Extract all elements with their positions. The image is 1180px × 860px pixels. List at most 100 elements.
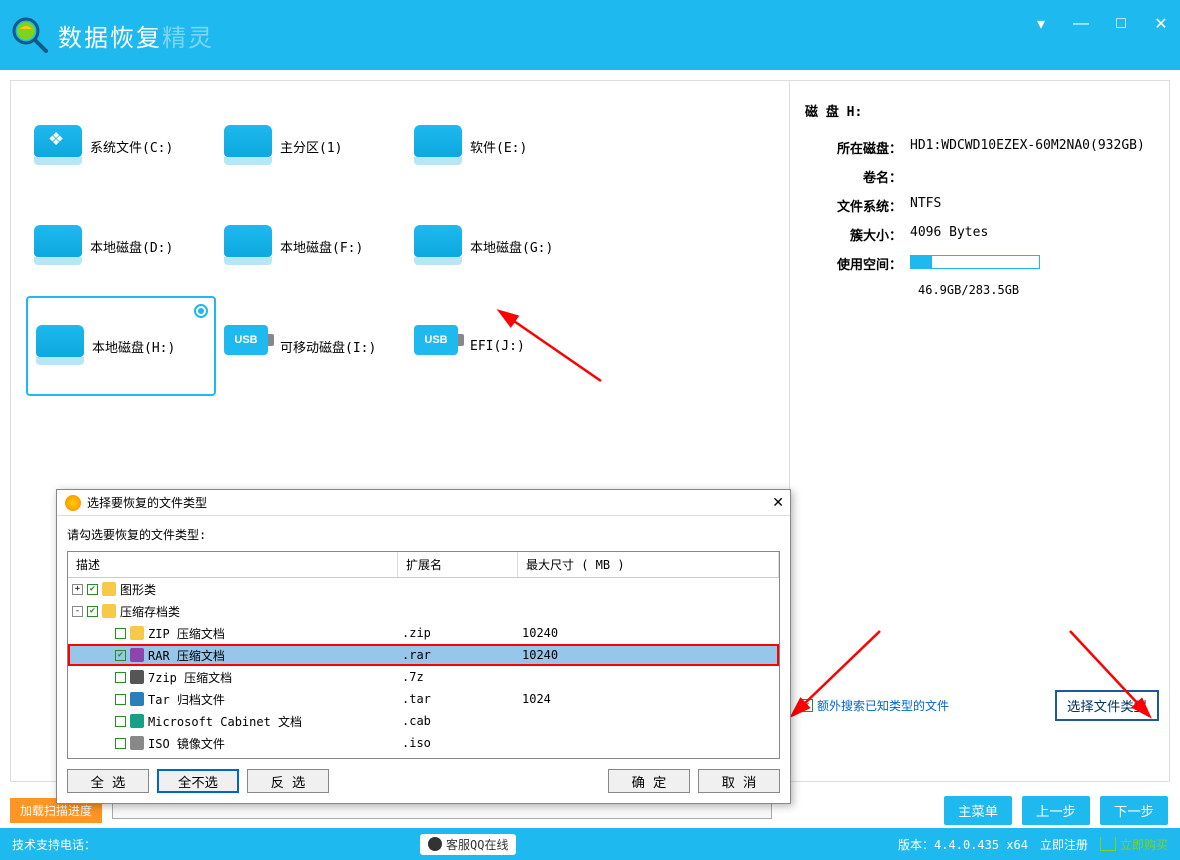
- table-row[interactable]: Tar 归档文件.tar1024: [68, 688, 779, 710]
- prev-button[interactable]: 上一步: [1022, 796, 1090, 825]
- disk-label: 本地磁盘(D:): [90, 237, 173, 256]
- file-type-desc: Microsoft Cabinet 文档: [148, 713, 302, 730]
- table-row[interactable]: ISO 镜像文件 .iso: [68, 732, 779, 754]
- cancel-button[interactable]: 取 消: [698, 769, 780, 793]
- file-max-size: 1024: [518, 692, 779, 706]
- checkbox-icon[interactable]: [115, 694, 126, 705]
- file-ext: .cab: [398, 714, 518, 728]
- footer-bar: 技术支持电话： 客服QQ在线 版本：4.4.0.435 x64 立即注册 立即购…: [0, 828, 1180, 860]
- disk-label: 系统文件(C:): [90, 137, 173, 156]
- support-phone-label: 技术支持电话：: [12, 836, 96, 853]
- usb-icon: USB: [414, 325, 458, 355]
- checkbox-icon[interactable]: ✔: [87, 606, 98, 617]
- select-all-button[interactable]: 全 选: [67, 769, 149, 793]
- table-body[interactable]: +✔图形类-✔压缩存档类ZIP 压缩文档.zip10240✔RAR 压缩文档.r…: [68, 578, 779, 758]
- file-type-dialog: 选择要恢复的文件类型 ✕ 请勾选要恢复的文件类型: 描述 扩展名 最大尺寸 ( …: [56, 489, 791, 804]
- checkbox-icon: ✔: [800, 699, 813, 712]
- file-type-table: 描述 扩展名 最大尺寸 ( MB ) +✔图形类-✔压缩存档类ZIP 压缩文档.…: [67, 551, 780, 759]
- close-icon[interactable]: ✕: [1152, 15, 1170, 33]
- dialog-hint: 请勾选要恢复的文件类型:: [67, 526, 780, 543]
- file-type-icon: [130, 670, 144, 684]
- file-type-desc: ZIP 压缩文档: [148, 625, 225, 642]
- extra-search-checkbox[interactable]: ✔ 额外搜索已知类型的文件: [800, 697, 949, 714]
- info-usage-bar: [910, 254, 1159, 273]
- main-menu-button[interactable]: 主菜单: [944, 796, 1012, 825]
- table-row[interactable]: Ghost 镜像文件.gho10240: [68, 754, 779, 758]
- next-button[interactable]: 下一步: [1100, 796, 1168, 825]
- file-type-icon: [130, 626, 144, 640]
- disk-item[interactable]: 本地磁盘(G:): [406, 196, 596, 296]
- checkbox-icon[interactable]: ✔: [115, 650, 126, 661]
- file-ext: .tar: [398, 692, 518, 706]
- info-disk-value: HD1:WDCWD10EZEX-60M2NA0(932GB): [910, 138, 1159, 157]
- maximize-icon[interactable]: □: [1112, 15, 1130, 33]
- checkbox-icon[interactable]: [115, 672, 126, 683]
- disk-item[interactable]: 主分区(1): [216, 96, 406, 196]
- col-extension[interactable]: 扩展名: [398, 552, 518, 577]
- file-ext: .iso: [398, 736, 518, 750]
- register-link[interactable]: 立即注册: [1040, 836, 1088, 853]
- app-title: 数据恢复精灵: [58, 18, 214, 53]
- disk-item[interactable]: 软件(E:): [406, 96, 596, 196]
- cart-icon: [1100, 837, 1116, 851]
- disk-item[interactable]: 本地磁盘(F:): [216, 196, 406, 296]
- disk-selection-panel: 系统文件(C:) 主分区(1)软件(E:) 本地磁盘(D:) 本地磁盘(F:) 本地磁盘…: [10, 80, 790, 782]
- file-ext: .rar: [398, 648, 518, 662]
- info-volume-label: 卷名：: [800, 167, 910, 186]
- dialog-close-icon[interactable]: ✕: [772, 494, 784, 511]
- file-type-icon: [130, 692, 144, 706]
- checkbox-icon[interactable]: [115, 716, 126, 727]
- tree-toggle-icon[interactable]: -: [72, 606, 83, 617]
- extra-search-label: 额外搜索已知类型的文件: [817, 697, 949, 714]
- disk-icon: [414, 225, 462, 257]
- tree-toggle-icon[interactable]: +: [72, 584, 83, 595]
- ok-button[interactable]: 确 定: [608, 769, 690, 793]
- table-row[interactable]: ZIP 压缩文档.zip10240: [68, 622, 779, 644]
- table-row[interactable]: -✔压缩存档类: [68, 600, 779, 622]
- file-type-icon: [102, 604, 116, 618]
- file-ext: .zip: [398, 626, 518, 640]
- table-row[interactable]: ✔ RAR 压缩文档 .rar10240: [68, 644, 779, 666]
- disk-item[interactable]: USB可移动磁盘(I:): [216, 296, 406, 396]
- col-max-size[interactable]: 最大尺寸 ( MB ): [518, 552, 779, 577]
- info-cluster-value: 4096 Bytes: [910, 225, 1159, 244]
- info-filesystem-value: NTFS: [910, 196, 1159, 215]
- info-used-label: 使用空间：: [800, 254, 910, 273]
- disk-item[interactable]: 本地磁盘(D:): [26, 196, 216, 296]
- select-none-button[interactable]: 全不选: [157, 769, 239, 793]
- invert-selection-button[interactable]: 反 选: [247, 769, 329, 793]
- qq-support-badge[interactable]: 客服QQ在线: [420, 834, 516, 855]
- dropdown-icon[interactable]: ▾: [1032, 15, 1050, 33]
- info-disk-label: 所在磁盘：: [800, 138, 910, 157]
- checkbox-icon[interactable]: [115, 628, 126, 639]
- version-text: 版本：4.4.0.435 x64: [898, 836, 1028, 853]
- disk-label: 本地磁盘(H:): [92, 337, 175, 356]
- file-max-size: 10240: [518, 648, 779, 662]
- disk-label: 本地磁盘(F:): [280, 237, 363, 256]
- dialog-titlebar: 选择要恢复的文件类型 ✕: [57, 490, 790, 516]
- usb-icon: USB: [224, 325, 268, 355]
- disk-info-panel: 磁 盘 H: 所在磁盘：HD1:WDCWD10EZEX-60M2NA0(932G…: [790, 80, 1170, 782]
- app-logo-icon: [10, 15, 50, 55]
- table-row[interactable]: +✔图形类: [68, 578, 779, 600]
- file-type-desc: 7zip 压缩文档: [148, 669, 232, 686]
- disk-item[interactable]: 本地磁盘(H:): [26, 296, 216, 396]
- select-file-type-button[interactable]: 选择文件类型: [1055, 690, 1159, 721]
- table-header: 描述 扩展名 最大尺寸 ( MB ): [68, 552, 779, 578]
- table-row[interactable]: 7zip 压缩文档.7z: [68, 666, 779, 688]
- window-controls: ▾ — □ ✕: [1032, 15, 1170, 33]
- selected-radio-icon: [194, 304, 208, 318]
- checkbox-icon[interactable]: [115, 738, 126, 749]
- app-logo: 数据恢复精灵: [10, 15, 214, 55]
- disk-icon: [36, 325, 84, 357]
- file-type-desc: RAR 压缩文档: [148, 647, 225, 664]
- disk-icon: [34, 125, 82, 157]
- checkbox-icon[interactable]: ✔: [87, 584, 98, 595]
- table-row[interactable]: Microsoft Cabinet 文档 .cab: [68, 710, 779, 732]
- file-type-desc: ISO 镜像文件: [148, 735, 225, 752]
- col-description[interactable]: 描述: [68, 552, 398, 577]
- disk-item[interactable]: USBEFI(J:): [406, 296, 596, 396]
- buy-link[interactable]: 立即购买: [1100, 836, 1168, 853]
- disk-item[interactable]: 系统文件(C:): [26, 96, 216, 196]
- minimize-icon[interactable]: —: [1072, 15, 1090, 33]
